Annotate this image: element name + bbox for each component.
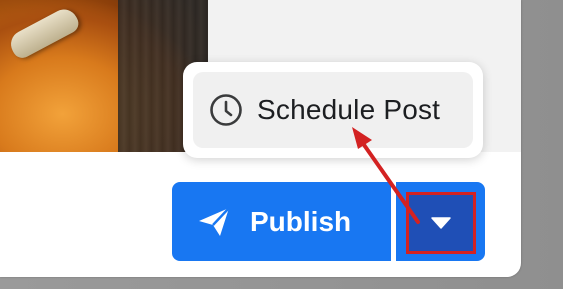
publish-label: Publish [250,205,352,237]
schedule-post-label: Schedule Post [257,94,441,125]
caret-down-icon [431,217,451,229]
publish-button[interactable]: Publish [172,182,391,261]
publish-options-popover: Schedule Post [183,62,483,158]
publish-options-dropdown-button[interactable] [396,182,485,261]
paper-plane-icon [199,206,230,236]
dropdown-highlight-box [406,192,476,254]
screenshot-stage: Schedule Post Publish [0,0,563,289]
pumpkin-photo [0,0,208,152]
composer-panel: Schedule Post Publish [0,0,521,277]
pumpkin-stem [6,4,82,62]
schedule-post-option[interactable]: Schedule Post [193,72,473,148]
clock-icon [210,94,242,126]
